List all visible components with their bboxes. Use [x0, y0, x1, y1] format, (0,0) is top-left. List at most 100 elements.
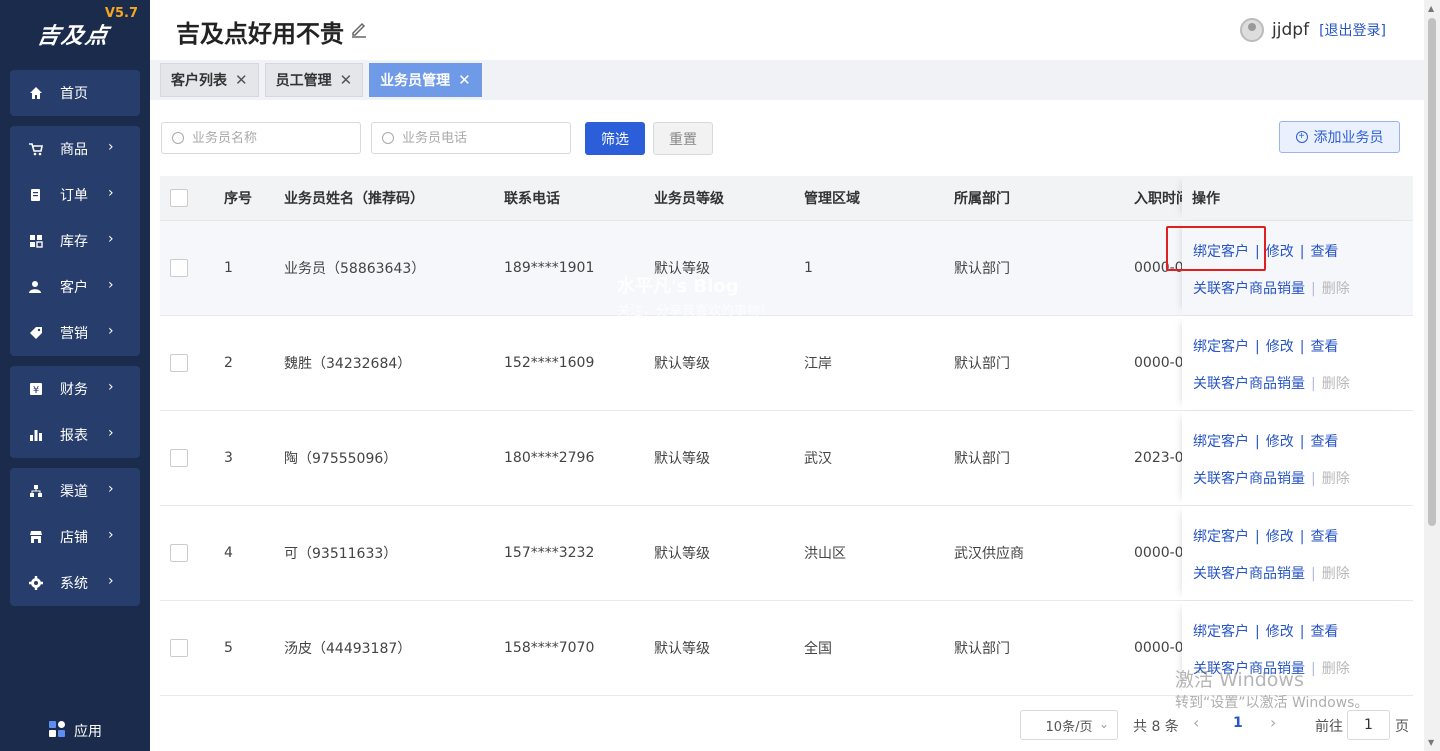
tab-salesman-management[interactable]: 业务员管理 ✕ — [369, 63, 482, 97]
cell-dept: 默认部门 — [954, 356, 1010, 372]
tab-staff-management[interactable]: 员工管理 ✕ — [264, 63, 364, 97]
edit-link[interactable]: 修改 — [1266, 624, 1294, 640]
row-actions: 绑定客户 | 修改 | 查看 关联客户商品销量 | 删除 — [1182, 221, 1413, 315]
sidebar-item-inventory[interactable]: 库存 › — [10, 218, 140, 264]
close-icon[interactable]: ✕ — [458, 71, 471, 89]
tab-customer-list[interactable]: 客户列表 ✕ — [160, 63, 259, 97]
scroll-up-icon[interactable]: ▲ — [1428, 4, 1434, 13]
bind-customer-link[interactable]: 绑定客户 — [1193, 339, 1249, 355]
sidebar-item-stores[interactable]: 店铺 › — [10, 514, 140, 560]
sidebar-item-system[interactable]: 系统 › — [10, 560, 140, 606]
next-page-icon[interactable]: › — [1270, 713, 1276, 732]
filter-button[interactable]: 筛选 — [585, 122, 645, 155]
customer-sales-link[interactable]: 关联客户商品销量 — [1193, 376, 1305, 392]
actions-line1: 绑定客户 | 修改 | 查看 — [1193, 526, 1338, 546]
bind-customer-link[interactable]: 绑定客户 — [1193, 529, 1249, 545]
sidebar-app-entry[interactable]: 应用 — [48, 720, 102, 742]
goto-page-input[interactable] — [1347, 710, 1390, 740]
header-seq: 序号 — [224, 191, 252, 207]
bind-customer-link[interactable]: 绑定客户 — [1193, 624, 1249, 640]
app-logo[interactable]: 吉及点 V5.7 — [10, 6, 140, 49]
view-link[interactable]: 查看 — [1310, 244, 1338, 260]
main-content: 筛选 重置 + 添加业务员 序号 业务员姓名（推荐码） 联系电话 业务员等级 管… — [150, 100, 1424, 751]
sidebar-item-marketing[interactable]: 营销 › — [10, 310, 140, 356]
sidebar-item-channels[interactable]: 渠道 › — [10, 468, 140, 514]
cell-date: 0000-00-00 — [1134, 355, 1182, 371]
page-scrollbar[interactable]: ▲ ▼ — [1424, 0, 1440, 751]
view-link[interactable]: 查看 — [1310, 529, 1338, 545]
header-date: 入职时间 — [1134, 191, 1182, 207]
view-link[interactable]: 查看 — [1310, 434, 1338, 450]
delete-link[interactable]: 删除 — [1322, 471, 1350, 487]
report-icon — [28, 427, 44, 443]
table-row: 2 魏胜（34232684） 152****1609 默认等级 江岸 默认部门 … — [160, 316, 1413, 411]
reset-button[interactable]: 重置 — [653, 122, 713, 155]
edit-link[interactable]: 修改 — [1266, 529, 1294, 545]
row-checkbox[interactable] — [170, 354, 188, 372]
close-icon[interactable]: ✕ — [235, 71, 248, 89]
sidebar-item-finance[interactable]: ¥ 财务 › — [10, 366, 140, 412]
edit-link[interactable]: 修改 — [1266, 244, 1294, 260]
delete-link[interactable]: 删除 — [1322, 566, 1350, 582]
salesman-phone-search[interactable] — [371, 122, 571, 154]
select-all-checkbox[interactable] — [170, 189, 188, 207]
cell-name: 魏胜（34232684） — [284, 356, 412, 372]
row-actions: 绑定客户 | 修改 | 查看 关联客户商品销量 | 删除 — [1182, 601, 1413, 695]
sidebar-item-reports[interactable]: 报表 › — [10, 412, 140, 458]
sidebar-item-home[interactable]: 首页 — [10, 70, 140, 116]
sidebar-item-customers[interactable]: 客户 › — [10, 264, 140, 310]
sidebar-item-label: 报表 — [60, 428, 88, 444]
salesman-phone-input[interactable] — [402, 130, 552, 146]
delete-link[interactable]: 删除 — [1322, 376, 1350, 392]
customer-sales-link[interactable]: 关联客户商品销量 — [1193, 661, 1305, 677]
salesman-name-search[interactable] — [161, 122, 361, 154]
cell-seq: 2 — [224, 355, 233, 371]
header-dept: 所属部门 — [954, 191, 1010, 207]
current-page[interactable]: 1 — [1233, 715, 1243, 731]
row-checkbox[interactable] — [170, 639, 188, 657]
scroll-down-icon[interactable]: ▼ — [1428, 738, 1434, 747]
cart-icon — [28, 141, 44, 157]
customer-sales-link[interactable]: 关联客户商品销量 — [1193, 471, 1305, 487]
edit-link[interactable]: 修改 — [1266, 339, 1294, 355]
sidebar-item-orders[interactable]: 订单 › — [10, 172, 140, 218]
bind-customer-link[interactable]: 绑定客户 — [1193, 244, 1249, 260]
separator: | — [1299, 244, 1305, 260]
tag-icon — [28, 325, 44, 341]
header-area: 管理区域 — [804, 191, 860, 207]
customer-sales-link[interactable]: 关联客户商品销量 — [1193, 281, 1305, 297]
scrollbar-thumb[interactable] — [1428, 18, 1436, 526]
avatar[interactable] — [1240, 18, 1265, 42]
row-checkbox[interactable] — [170, 259, 188, 277]
sidebar-item-goods[interactable]: 商品 › — [10, 126, 140, 172]
customer-sales-link[interactable]: 关联客户商品销量 — [1193, 566, 1305, 582]
edit-link[interactable]: 修改 — [1266, 434, 1294, 450]
page-size-select[interactable]: 10条/页 ⌄ — [1020, 710, 1118, 740]
table-row: 1 业务员（58863643） 189****1901 默认等级 1 默认部门 … — [160, 221, 1413, 316]
cell-dept: 默认部门 — [954, 261, 1010, 277]
chevron-right-icon: › — [108, 379, 114, 395]
bind-customer-link[interactable]: 绑定客户 — [1193, 434, 1249, 450]
close-icon[interactable]: ✕ — [340, 71, 353, 89]
row-actions: 绑定客户 | 修改 | 查看 关联客户商品销量 | 删除 — [1182, 316, 1413, 410]
row-checkbox[interactable] — [170, 544, 188, 562]
delete-link[interactable]: 删除 — [1322, 661, 1350, 677]
cell-level: 默认等级 — [654, 546, 710, 562]
finance-icon: ¥ — [28, 381, 44, 397]
logout-link[interactable]: [退出登录] — [1319, 20, 1386, 40]
view-link[interactable]: 查看 — [1310, 624, 1338, 640]
cell-name: 业务员（58863643） — [284, 261, 426, 277]
cell-level: 默认等级 — [654, 641, 710, 657]
table-header: 序号 业务员姓名（推荐码） 联系电话 业务员等级 管理区域 所属部门 入职时间 … — [160, 176, 1413, 221]
row-actions: 绑定客户 | 修改 | 查看 关联客户商品销量 | 删除 — [1182, 506, 1413, 600]
salesman-name-input[interactable] — [192, 130, 342, 146]
separator: | — [1255, 244, 1260, 260]
delete-link[interactable]: 删除 — [1322, 281, 1350, 297]
add-salesman-button[interactable]: + 添加业务员 — [1279, 121, 1400, 153]
view-link[interactable]: 查看 — [1310, 339, 1338, 355]
edit-pencil-icon[interactable] — [350, 20, 368, 43]
row-checkbox[interactable] — [170, 449, 188, 467]
prev-page-icon[interactable]: ‹ — [1193, 713, 1199, 732]
chevron-right-icon: › — [108, 185, 114, 201]
username: jjdpf — [1272, 20, 1310, 40]
